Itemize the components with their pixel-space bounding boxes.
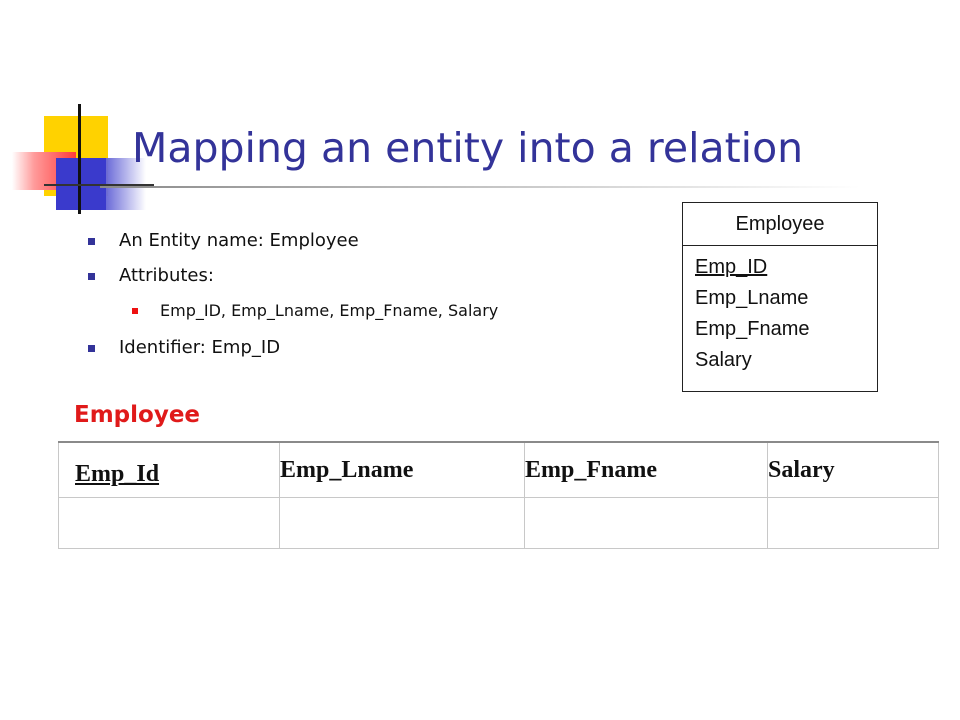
bullet-entity-name: An Entity name: Employee	[88, 228, 498, 263]
slide: Mapping an entity into a relation An Ent…	[0, 0, 960, 720]
bullet-text: Identifier: Emp_ID	[119, 337, 281, 358]
slide-title: Mapping an entity into a relation	[132, 124, 804, 172]
column-header: Emp_Fname	[524, 441, 768, 498]
bullet-attribute-list: Emp_ID, Emp_Lname, Emp_Fname, Salary	[88, 298, 498, 335]
table-cell	[524, 497, 768, 549]
bullet-marker-icon	[88, 345, 95, 352]
relation-table: Emp_Id Emp_Lname Emp_Fname Salary	[58, 441, 939, 549]
table-cell	[279, 497, 525, 549]
bullet-identifier: Identifier: Emp_ID	[88, 335, 498, 370]
bullet-text: Attributes:	[119, 265, 214, 286]
table-cell	[767, 497, 939, 549]
column-header-primary-key: Emp_Id	[58, 441, 280, 498]
table-cell	[58, 497, 280, 549]
decoration-vertical-line	[78, 104, 81, 214]
relation-header-row: Emp_Id Emp_Lname Emp_Fname Salary	[58, 441, 939, 498]
relation-empty-row	[58, 497, 939, 549]
entity-name: Employee	[683, 203, 877, 246]
entity-attribute: Emp_Fname	[695, 318, 810, 340]
bullet-text: An Entity name: Employee	[119, 230, 359, 251]
column-header: Emp_Lname	[279, 441, 525, 498]
entity-attribute-list: Emp_ID Emp_Lname Emp_Fname Salary	[683, 246, 877, 376]
bullet-attributes: Attributes:	[88, 263, 498, 298]
bullet-marker-icon	[88, 238, 95, 245]
entity-attribute: Emp_Lname	[695, 287, 809, 309]
sub-bullet-marker-icon	[132, 308, 138, 314]
entity-attribute-identifier: Emp_ID	[695, 256, 768, 278]
bullet-text: Emp_ID, Emp_Lname, Emp_Fname, Salary	[160, 301, 499, 320]
title-underline	[100, 186, 860, 188]
entity-attribute: Salary	[695, 349, 752, 371]
bullet-list: An Entity name: Employee Attributes: Emp…	[88, 228, 498, 370]
entity-diagram-box: Employee Emp_ID Emp_Lname Emp_Fname Sala…	[682, 202, 878, 392]
column-header: Salary	[767, 441, 939, 498]
relation-name: Employee	[74, 402, 201, 428]
bullet-marker-icon	[88, 273, 95, 280]
